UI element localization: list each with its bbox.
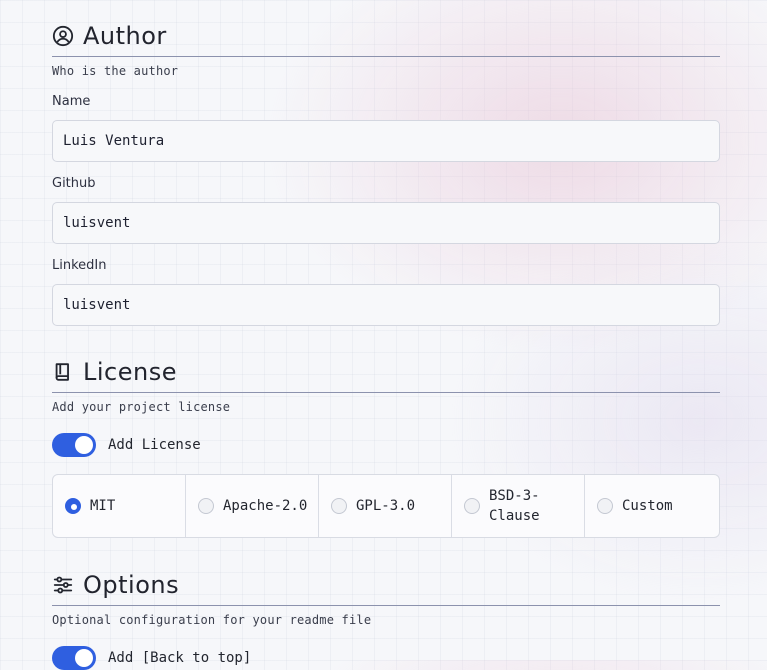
add-license-toggle[interactable] <box>52 433 96 457</box>
radio-gpl[interactable] <box>331 498 347 514</box>
add-license-label: Add License <box>108 437 201 453</box>
name-label: Name <box>52 94 91 109</box>
github-input[interactable] <box>52 202 720 244</box>
license-section: License Add your project license <box>52 352 720 414</box>
options-section: Options Optional configuration for your … <box>52 565 720 627</box>
license-option-custom[interactable]: Custom <box>585 475 718 537</box>
author-section-description: Who is the author <box>52 64 179 78</box>
book-icon <box>52 361 74 383</box>
radio-custom[interactable] <box>597 498 613 514</box>
license-section-description: Add your project license <box>52 400 231 414</box>
license-option-apache[interactable]: Apache-2.0 <box>186 475 319 537</box>
license-section-header: License <box>52 352 720 393</box>
add-license-row: Add License <box>52 433 201 457</box>
options-section-title: Options <box>83 571 180 599</box>
license-option-label: BSD-3- Clause <box>489 488 540 524</box>
author-section: Author Who is the author <box>52 16 720 78</box>
linkedin-input[interactable] <box>52 284 720 326</box>
back-to-top-label: Add [Back to top] <box>108 650 252 666</box>
license-option-gpl[interactable]: GPL-3.0 <box>319 475 452 537</box>
author-section-header: Author <box>52 16 720 57</box>
license-option-label: Apache-2.0 <box>223 498 308 514</box>
options-section-header: Options <box>52 565 720 606</box>
back-to-top-row: Add [Back to top] <box>52 646 251 670</box>
radio-apache[interactable] <box>198 498 214 514</box>
name-input[interactable] <box>52 120 720 162</box>
license-option-label: MIT <box>90 498 116 514</box>
back-to-top-toggle[interactable] <box>52 646 96 670</box>
linkedin-label: LinkedIn <box>52 258 107 273</box>
sliders-icon <box>52 574 74 596</box>
license-option-label: GPL-3.0 <box>356 498 416 514</box>
license-option-bsd[interactable]: BSD-3- Clause <box>452 475 585 537</box>
license-section-title: License <box>83 358 177 386</box>
toggle-knob <box>75 436 93 454</box>
author-section-title: Author <box>83 22 167 50</box>
radio-bsd[interactable] <box>464 498 480 514</box>
options-section-description: Optional configuration for your readme f… <box>52 613 372 627</box>
github-label: Github <box>52 176 96 191</box>
license-option-label: Custom <box>622 498 673 514</box>
license-radio-group: MIT Apache-2.0 GPL-3.0 BSD-3- Clause Cus… <box>52 474 720 538</box>
license-option-mit[interactable]: MIT <box>53 475 186 537</box>
radio-mit[interactable] <box>65 498 81 514</box>
toggle-knob <box>75 649 93 667</box>
user-circle-icon <box>52 25 74 47</box>
